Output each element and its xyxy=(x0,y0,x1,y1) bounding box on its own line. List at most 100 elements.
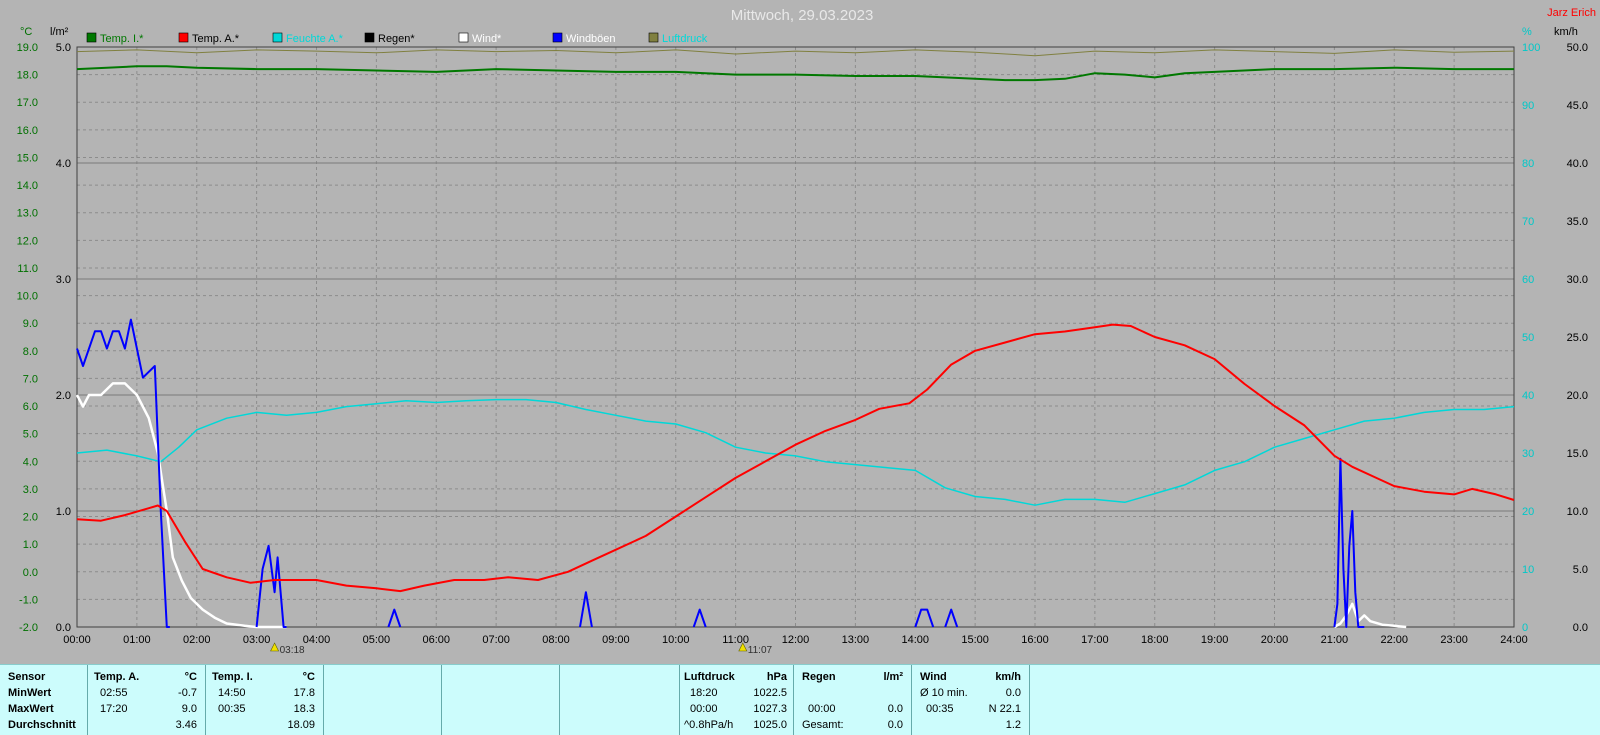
stat-temp-i-unit: °C xyxy=(302,671,315,683)
wind-axis-unit: km/h xyxy=(1554,26,1578,38)
stat-temp-a-max-value: 9.0 xyxy=(181,703,197,715)
temp-tick-12: 7.0 xyxy=(23,373,38,385)
humidity-tick-5: 50 xyxy=(1522,332,1534,344)
markers: 03:18 11:07 xyxy=(270,642,773,656)
rain-tick-5: 0.0 xyxy=(56,622,71,634)
stat-regen-max-time: 00:00 xyxy=(808,703,836,715)
legend-label-5: Windböen xyxy=(566,33,616,45)
humidity-tick-8: 20 xyxy=(1522,506,1534,518)
legend-label-6: Luftdruck xyxy=(662,33,708,45)
marker-label-0: 03:18 xyxy=(280,645,305,656)
stat-temp-i-max-time: 00:35 xyxy=(218,703,246,715)
wind-tick-3: 35.0 xyxy=(1567,216,1588,228)
stat-temp-i-header: Temp. I. xyxy=(212,671,253,683)
stat-temp-i-avg-value: 18.09 xyxy=(287,719,315,731)
x-tick-10: 10:00 xyxy=(662,634,690,646)
stat-druck-min-time: 18:20 xyxy=(690,687,718,699)
x-tick-21: 21:00 xyxy=(1321,634,1349,646)
legend-label-2: Feuchte A.* xyxy=(286,33,344,45)
wind-tick-0: 50.0 xyxy=(1567,42,1588,54)
legend-swatch-0 xyxy=(86,32,97,43)
wind-tick-10: 0.0 xyxy=(1573,622,1588,634)
marker-label-1: 11:07 xyxy=(748,645,773,656)
stat-druck-min-value: 1022.5 xyxy=(753,687,787,699)
stats-temp-i: Temp. I. °C 14:50 17.8 00:35 18.3 18.09 xyxy=(206,665,324,735)
legend-label-4: Wind* xyxy=(472,33,502,45)
x-tick-3: 03:00 xyxy=(243,634,271,646)
stat-temp-i-min-time: 14:50 xyxy=(218,687,246,699)
x-tick-15: 15:00 xyxy=(961,634,989,646)
x-tick-1: 01:00 xyxy=(123,634,151,646)
stats-regen: Regen l/m² 00:00 0.0 Gesamt: 0.0 xyxy=(794,665,912,735)
stat-regen-unit: l/m² xyxy=(883,671,903,683)
rain-tick-4: 1.0 xyxy=(56,506,71,518)
stat-wind-max-value: N 22.1 xyxy=(988,703,1021,715)
x-tick-8: 08:00 xyxy=(542,634,570,646)
stat-row-max: MaxWert xyxy=(8,703,54,715)
rain-tick-1: 4.0 xyxy=(56,158,71,170)
stat-wind-max-time: 00:35 xyxy=(926,703,954,715)
author-label: Jarz Erich xyxy=(1547,7,1596,19)
temp-tick-10: 9.0 xyxy=(23,318,38,330)
stat-wind-avg10-label: Ø 10 min. xyxy=(920,687,968,699)
legend-label-3: Regen* xyxy=(378,33,415,45)
x-tick-12: 12:00 xyxy=(782,634,810,646)
grid xyxy=(76,46,1515,628)
temp-tick-18: 1.0 xyxy=(23,539,38,551)
wind-tick-8: 10.0 xyxy=(1567,506,1588,518)
temp-tick-16: 3.0 xyxy=(23,484,38,496)
x-tick-16: 16:00 xyxy=(1021,634,1049,646)
stat-druck-trend: ^0.8hPa/h xyxy=(684,719,734,731)
temp-tick-3: 16.0 xyxy=(17,125,38,137)
humidity-tick-7: 30 xyxy=(1522,448,1534,460)
x-tick-17: 17:00 xyxy=(1081,634,1109,646)
wind-tick-9: 5.0 xyxy=(1573,564,1588,576)
temp-tick-6: 13.0 xyxy=(17,208,38,220)
stat-druck-max-time: 00:00 xyxy=(690,703,718,715)
stat-wind-avg-value: 1.2 xyxy=(1005,719,1021,731)
x-tick-4: 04:00 xyxy=(303,634,331,646)
x-tick-9: 09:00 xyxy=(602,634,630,646)
legend-swatch-1 xyxy=(178,32,189,43)
stat-wind-header: Wind xyxy=(920,671,947,683)
marker-icon-0 xyxy=(270,642,280,652)
humidity-tick-4: 60 xyxy=(1522,274,1534,286)
legend-label-1: Temp. A.* xyxy=(192,33,240,45)
wind-tick-2: 40.0 xyxy=(1567,158,1588,170)
temp-tick-8: 11.0 xyxy=(17,263,38,275)
rain-tick-0: 5.0 xyxy=(56,42,71,54)
x-tick-2: 02:00 xyxy=(183,634,211,646)
legend-label-0: Temp. I.* xyxy=(100,33,144,45)
stat-row-min: MinWert xyxy=(8,687,52,699)
stats-empty-1 xyxy=(324,665,442,735)
stat-temp-i-min-value: 17.8 xyxy=(293,687,315,699)
wind-tick-1: 45.0 xyxy=(1567,100,1588,112)
temp-tick-7: 12.0 xyxy=(17,235,38,247)
rain-tick-3: 2.0 xyxy=(56,390,71,402)
temp-tick-19: 0.0 xyxy=(23,567,38,579)
humidity-tick-2: 80 xyxy=(1522,158,1534,170)
stat-druck-max-value: 1027.3 xyxy=(753,703,787,715)
temp-tick-1: 18.0 xyxy=(17,70,38,82)
stat-wind-unit: km/h xyxy=(995,671,1021,683)
stats-sensor-col: Sensor MinWert MaxWert Durchschnitt xyxy=(0,665,88,735)
stat-temp-a-min-value: -0.7 xyxy=(178,687,197,699)
stat-temp-a-max-time: 17:20 xyxy=(100,703,128,715)
temp-tick-15: 4.0 xyxy=(23,456,38,468)
chart-title: Mittwoch, 29.03.2023 xyxy=(731,7,874,24)
stat-regen-max-value: 0.0 xyxy=(887,703,903,715)
temp-tick-13: 6.0 xyxy=(23,401,38,413)
x-tick-7: 07:00 xyxy=(482,634,510,646)
humidity-tick-6: 40 xyxy=(1522,390,1534,402)
temp-tick-2: 17.0 xyxy=(17,97,38,109)
stats-empty-3 xyxy=(560,665,680,735)
stat-temp-i-max-value: 18.3 xyxy=(293,703,315,715)
wind-tick-6: 20.0 xyxy=(1567,390,1588,402)
temp-tick-0: 19.0 xyxy=(17,42,38,54)
x-tick-23: 23:00 xyxy=(1440,634,1468,646)
x-tick-22: 22:00 xyxy=(1380,634,1408,646)
stat-wind-avg10-value: 0.0 xyxy=(1005,687,1021,699)
wind-tick-4: 30.0 xyxy=(1567,274,1588,286)
stat-temp-a-min-time: 02:55 xyxy=(100,687,128,699)
wind-tick-5: 25.0 xyxy=(1567,332,1588,344)
